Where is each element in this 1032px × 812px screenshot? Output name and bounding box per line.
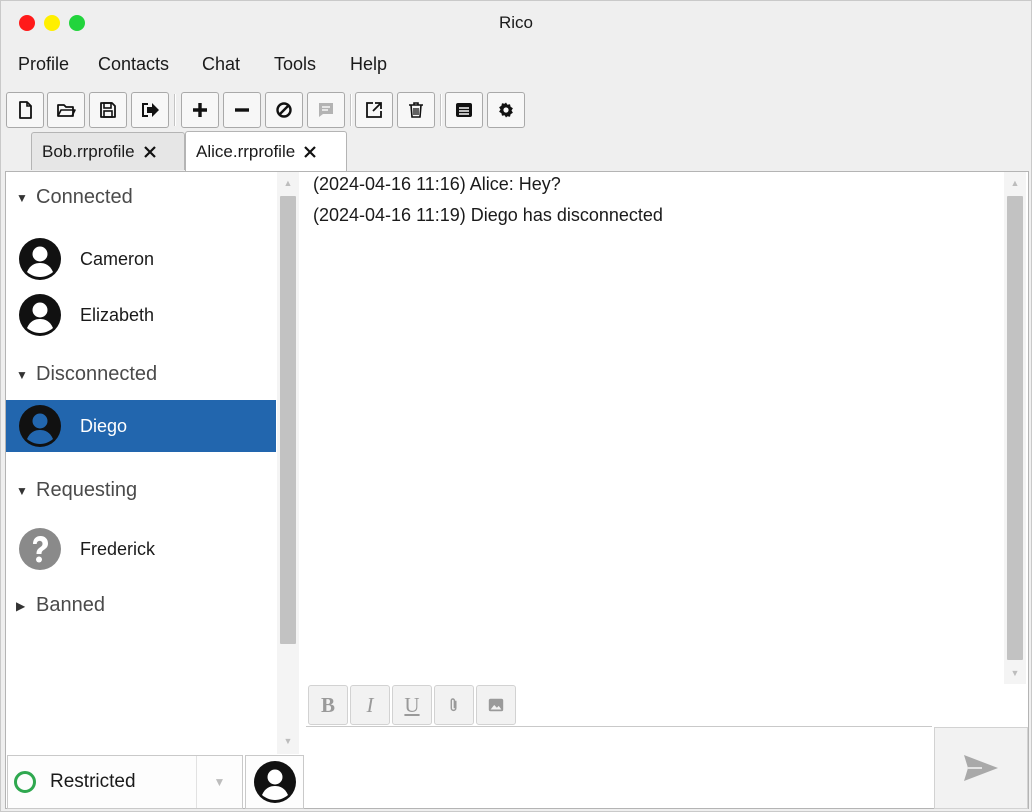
logout-button[interactable]: [131, 92, 169, 128]
close-icon: [304, 145, 316, 158]
menu-chat[interactable]: Chat: [202, 54, 240, 75]
app-window: Rico Profile Contacts Chat Tools Help Bo…: [0, 0, 1032, 812]
toolbar-separator: [174, 94, 176, 126]
user-avatar-icon: [19, 294, 61, 336]
profile-panel: ▼ Connected Cameron Elizabeth ▼ Disconne…: [5, 171, 1029, 809]
italic-button[interactable]: I: [350, 685, 390, 725]
contact-frederick[interactable]: Frederick: [6, 523, 276, 575]
user-avatar-icon: [19, 405, 61, 447]
close-tab-button[interactable]: [301, 143, 319, 161]
contact-diego[interactable]: Diego: [6, 400, 276, 452]
block-icon: [276, 102, 292, 118]
profile-avatar-button[interactable]: [245, 755, 304, 809]
new-file-icon: [19, 101, 32, 119]
group-label: Banned: [36, 594, 105, 616]
status-label: Restricted: [50, 771, 136, 792]
gear-icon: [499, 102, 513, 118]
status-circle-icon: [14, 771, 36, 793]
remove-contact-button[interactable]: [223, 92, 261, 128]
tab-label: Alice.rrprofile: [196, 141, 296, 161]
delete-button[interactable]: [397, 92, 435, 128]
close-tab-button[interactable]: [141, 143, 159, 161]
scrollbar-thumb[interactable]: [280, 196, 296, 644]
message-input[interactable]: [306, 726, 932, 808]
user-avatar-icon: [253, 761, 296, 803]
group-label: Requesting: [36, 479, 138, 501]
contacts-scrollbar[interactable]: ▲ ▼: [277, 172, 299, 754]
tab-bob[interactable]: Bob.rrprofile: [31, 132, 185, 170]
attach-file-button[interactable]: [434, 685, 474, 725]
title-bar: Rico: [1, 1, 1031, 45]
caret-down-icon: ▼: [16, 367, 28, 382]
window-title: Rico: [498, 13, 533, 32]
chat-log[interactable]: (2024-04-16 11:16) Alice: Hey? (2024-04-…: [306, 172, 1004, 684]
underline-button[interactable]: U: [392, 685, 432, 725]
contact-name: Elizabeth: [80, 304, 155, 325]
list-icon: [456, 103, 472, 117]
send-icon: [964, 755, 998, 781]
popout-chat-button[interactable]: [355, 92, 393, 128]
settings-button[interactable]: [487, 92, 525, 128]
toolbar-separator: [440, 94, 442, 126]
block-contact-button[interactable]: [265, 92, 303, 128]
menu-help[interactable]: Help: [350, 54, 387, 75]
toolbar: [1, 89, 1031, 133]
group-connected[interactable]: ▼ Connected: [16, 186, 133, 209]
minus-icon: [235, 108, 249, 112]
contact-elizabeth[interactable]: Elizabeth: [6, 289, 276, 341]
plus-icon: [193, 103, 207, 117]
chat-message: (2024-04-16 11:16) Alice: Hey?: [313, 174, 561, 194]
scroll-up-icon[interactable]: ▲: [1004, 174, 1026, 192]
tab-label: Bob.rrprofile: [42, 141, 135, 161]
group-label: Connected: [36, 186, 133, 208]
open-chat-button[interactable]: [307, 92, 345, 128]
menu-tools[interactable]: Tools: [274, 54, 316, 75]
trash-icon: [409, 102, 423, 118]
scrollbar-thumb[interactable]: [1007, 196, 1023, 660]
save-icon: [100, 102, 116, 118]
contact-name: Frederick: [80, 538, 156, 559]
caret-right-icon: ▶: [16, 598, 26, 613]
external-link-icon: [366, 102, 382, 118]
bold-button[interactable]: B: [308, 685, 348, 725]
new-profile-button[interactable]: [6, 92, 44, 128]
logout-icon: [142, 103, 159, 117]
add-contact-button[interactable]: [181, 92, 219, 128]
question-mark-icon: [19, 528, 61, 570]
log-view-button[interactable]: [445, 92, 483, 128]
group-banned[interactable]: ▶ Banned: [16, 594, 105, 617]
user-avatar-icon: [19, 238, 61, 280]
message-icon: [319, 103, 333, 117]
scroll-up-icon[interactable]: ▲: [277, 174, 299, 192]
menu-profile[interactable]: Profile: [18, 54, 69, 75]
insert-image-button[interactable]: [476, 685, 516, 725]
close-icon: [143, 145, 156, 158]
format-toolbar: B I U: [306, 684, 1028, 726]
tab-alice[interactable]: Alice.rrprofile: [185, 131, 347, 171]
contact-name: Cameron: [80, 248, 155, 269]
group-requesting[interactable]: ▼ Requesting: [16, 479, 137, 502]
caret-down-icon: ▼: [16, 190, 28, 205]
scroll-down-icon[interactable]: ▼: [277, 732, 299, 750]
send-button[interactable]: [934, 727, 1028, 809]
toolbar-separator: [350, 94, 352, 126]
status-selector[interactable]: Restricted ▼: [7, 755, 243, 809]
dropdown-arrow-icon[interactable]: ▼: [196, 756, 242, 808]
menu-contacts[interactable]: Contacts: [98, 54, 169, 75]
contact-name: Diego: [80, 415, 128, 436]
contacts-tree[interactable]: ▼ Connected Cameron Elizabeth ▼ Disconne…: [6, 172, 276, 754]
caret-down-icon: ▼: [16, 483, 28, 498]
image-icon: [488, 698, 504, 712]
open-folder-icon: [57, 104, 76, 117]
contact-cameron[interactable]: Cameron: [6, 233, 276, 285]
scroll-down-icon[interactable]: ▼: [1004, 664, 1026, 682]
paperclip-icon: [450, 698, 457, 712]
save-profile-button[interactable]: [89, 92, 127, 128]
chat-scrollbar[interactable]: ▲ ▼: [1004, 172, 1026, 684]
chat-message: (2024-04-16 11:19) Diego has disconnecte…: [313, 205, 663, 225]
menu-bar: Profile Contacts Chat Tools Help: [1, 51, 1031, 79]
group-label: Disconnected: [36, 363, 158, 385]
open-profile-button[interactable]: [47, 92, 85, 128]
group-disconnected[interactable]: ▼ Disconnected: [16, 363, 157, 386]
